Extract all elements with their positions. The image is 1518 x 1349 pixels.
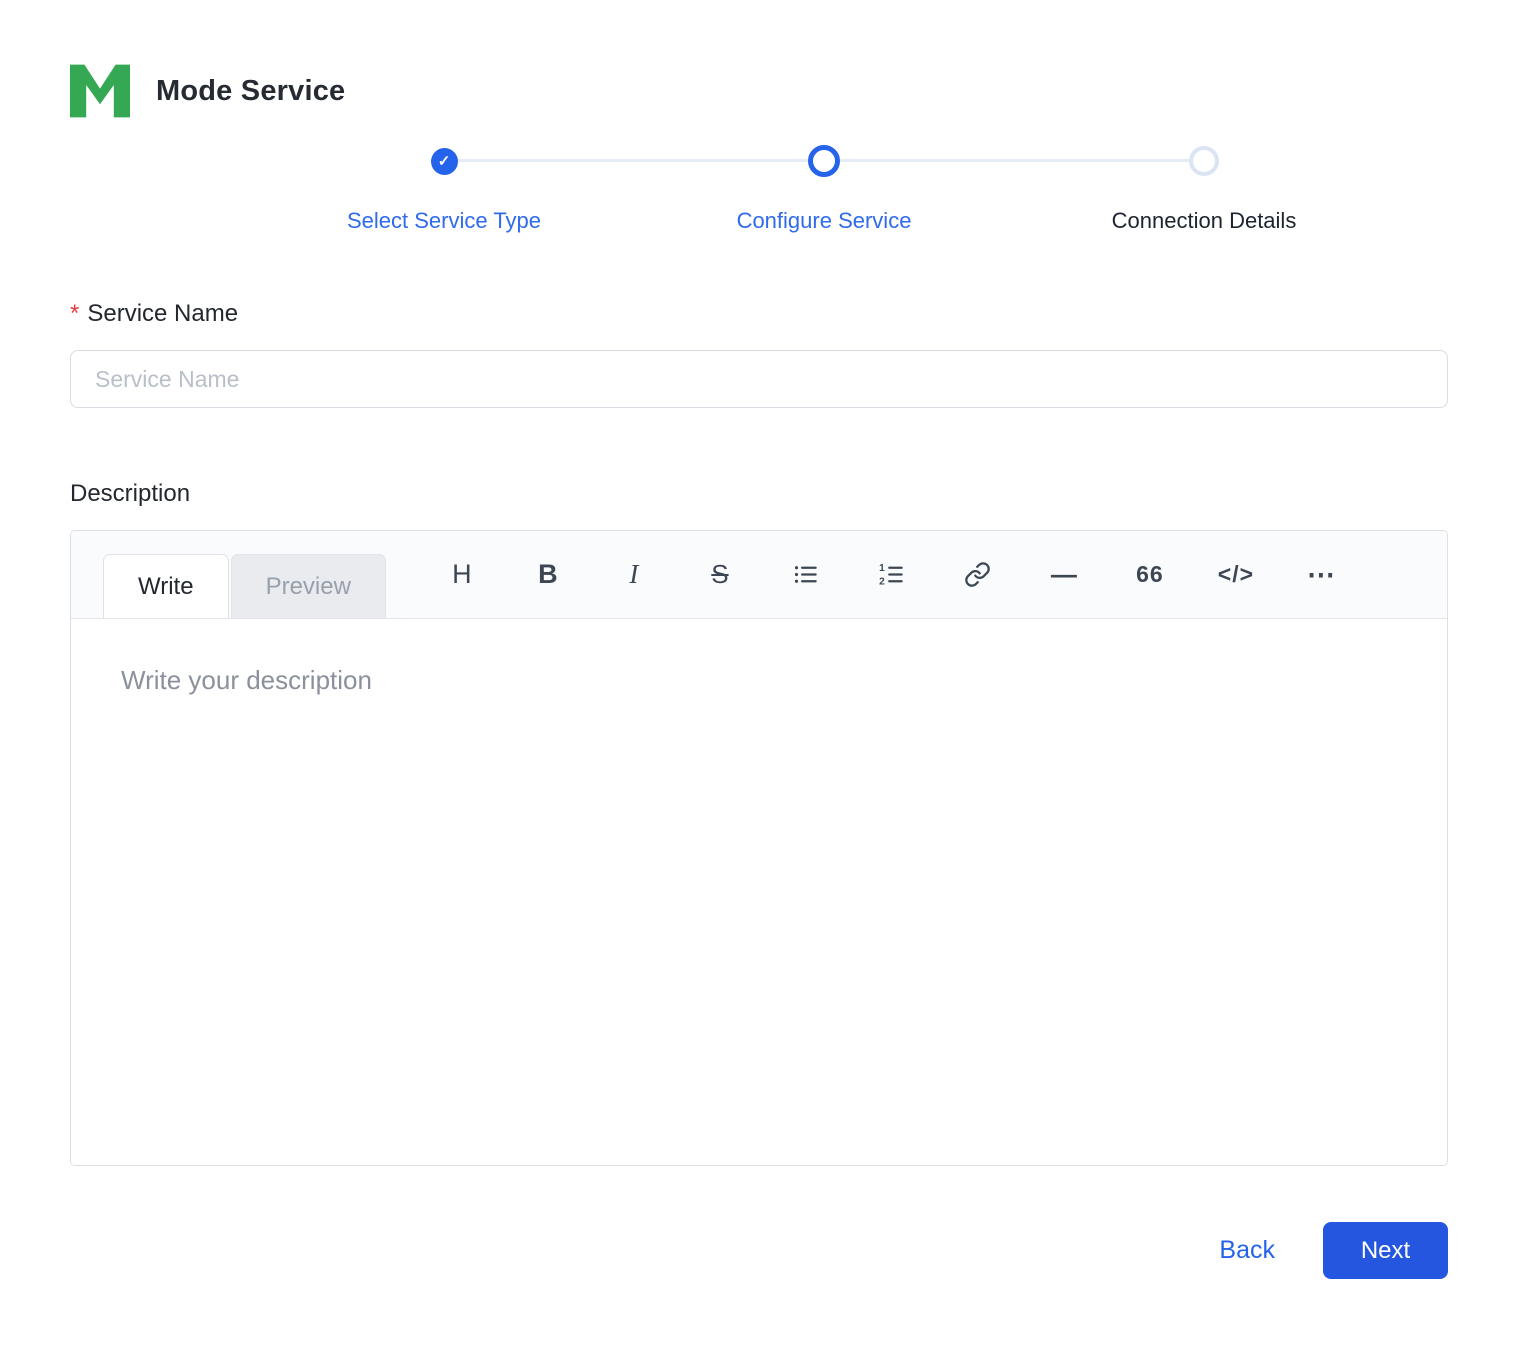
svg-text:1: 1: [880, 563, 886, 574]
editor-toolbar-bar: Write Preview H B I S 1 2 — 66 </> ⋯: [71, 531, 1447, 619]
service-name-label-text: Service Name: [87, 300, 239, 327]
app-header: Mode Service: [70, 64, 1448, 118]
code-icon[interactable]: </>: [1216, 555, 1256, 595]
mode-service-page: Mode Service ✓ Select Service Type Confi…: [0, 0, 1518, 1349]
editor-tabs: Write Preview: [103, 554, 386, 618]
tab-preview[interactable]: Preview: [230, 554, 386, 618]
step-circle-row: [1014, 144, 1394, 178]
ordered-list-icon[interactable]: 1 2: [872, 555, 912, 595]
editor-body: [71, 619, 1447, 1165]
back-button[interactable]: Back: [1219, 1236, 1275, 1265]
markdown-editor: Write Preview H B I S 1 2 — 66 </> ⋯ Wri…: [70, 530, 1448, 1166]
step-select-service-type[interactable]: ✓ Select Service Type: [254, 144, 634, 234]
svg-text:2: 2: [880, 577, 886, 588]
step-completed-circle: ✓: [430, 147, 458, 175]
header-icon[interactable]: H: [442, 555, 482, 595]
stepper: ✓ Select Service Type Configure Service …: [254, 144, 1394, 234]
step-circle-row: ✓: [254, 144, 634, 178]
more-icon[interactable]: ⋯: [1302, 555, 1342, 595]
step-circle-row: [634, 144, 1014, 178]
step-configure-service[interactable]: Configure Service: [444, 144, 1014, 234]
step-active-circle: [808, 145, 840, 177]
page-title: Mode Service: [156, 74, 346, 107]
bold-icon[interactable]: B: [528, 555, 568, 595]
next-button[interactable]: Next: [1323, 1222, 1448, 1279]
step-label: Connection Details: [1111, 208, 1297, 233]
step-upcoming-circle: [1189, 146, 1219, 176]
tab-write[interactable]: Write: [103, 554, 229, 618]
step-connection-details[interactable]: Connection Details: [824, 144, 1394, 234]
required-asterisk: *: [70, 300, 80, 327]
step-label: Configure Service: [736, 208, 912, 233]
description-label: Description: [70, 480, 191, 507]
service-name-label: * Service Name: [70, 300, 1448, 328]
link-icon[interactable]: [958, 555, 998, 595]
footer-actions: Back Next: [70, 1222, 1448, 1279]
italic-icon[interactable]: I: [614, 555, 654, 595]
check-icon: ✓: [437, 153, 451, 170]
strikethrough-icon[interactable]: S: [700, 555, 740, 595]
step-label: Select Service Type: [346, 208, 542, 233]
quote-icon[interactable]: 66: [1130, 555, 1170, 595]
description-textarea[interactable]: [71, 619, 1447, 1165]
service-name-input[interactable]: [70, 350, 1448, 408]
unordered-list-icon[interactable]: [786, 555, 826, 595]
horizontal-rule-icon[interactable]: —: [1044, 555, 1084, 595]
editor-toolbar: H B I S 1 2 — 66 </> ⋯: [442, 531, 1447, 618]
mode-logo-icon: [70, 64, 130, 118]
